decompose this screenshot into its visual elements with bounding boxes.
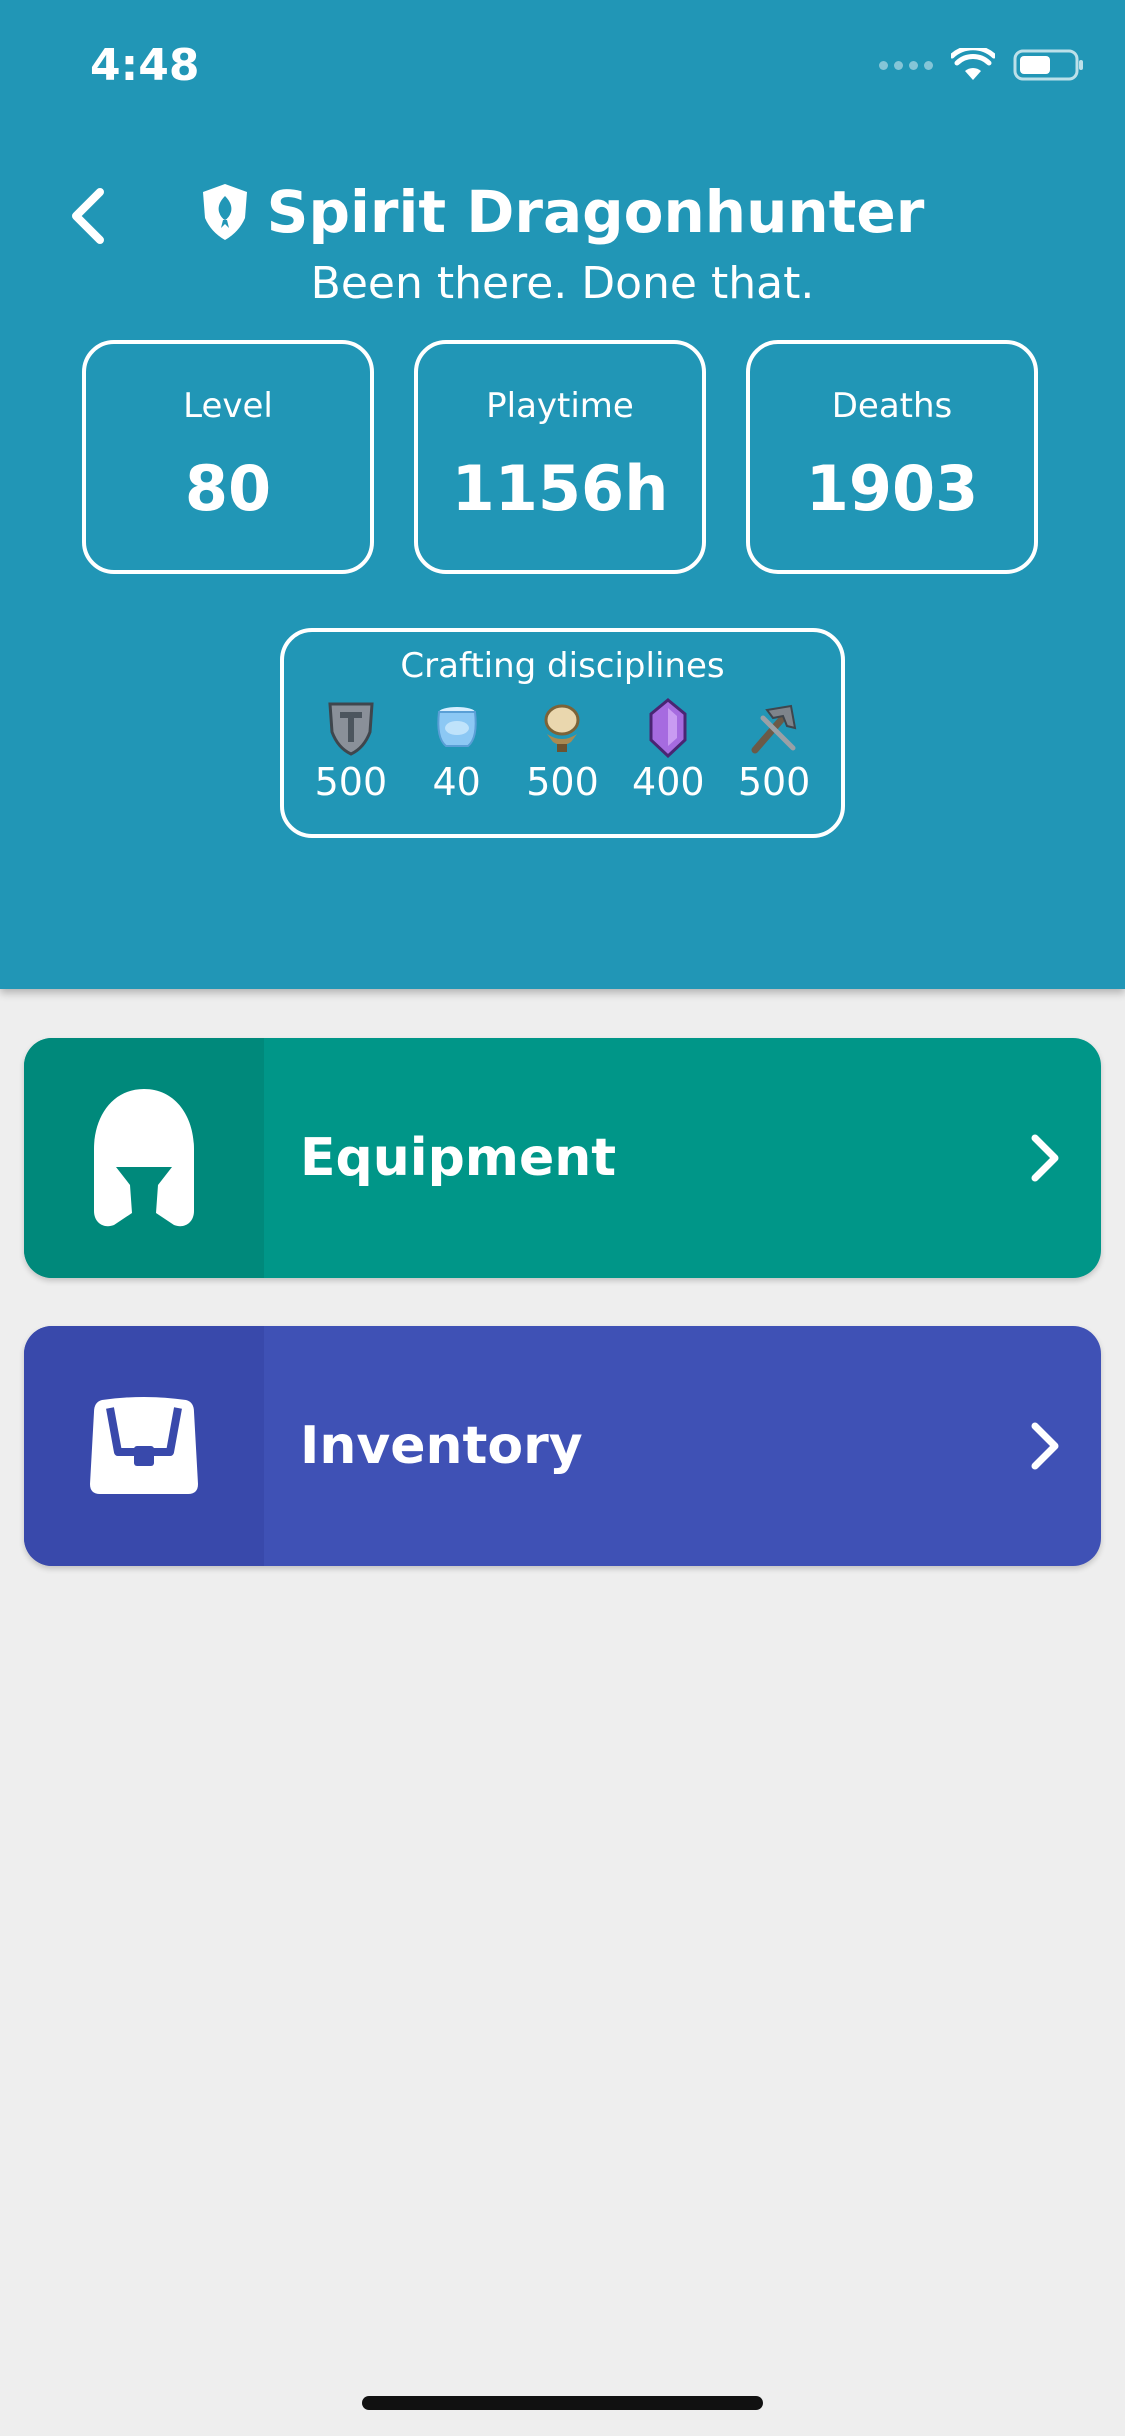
title-row: Spirit Dragonhunter [0,178,1125,246]
level-value: 80 [184,452,272,525]
home-indicator[interactable] [362,2396,763,2410]
crafting-level: 500 [737,760,811,804]
playtime-card: Playtime 1156h [414,340,706,574]
cellular-signal-icon [879,60,933,70]
crafting-disciplines-card: Crafting disciplines 500 40 500 400 500 [280,628,845,838]
crafting-list: 500 40 500 400 500 [298,698,827,804]
chevron-right-icon [991,1326,1101,1566]
character-header: 4:48 Spirit Dragonhunter Been there. Don… [0,0,1125,989]
guardian-profession-icon [202,184,247,240]
battery-icon [1013,49,1083,81]
tailor-icon [544,704,580,752]
equipment-icon-container [24,1038,264,1278]
character-name: Spirit Dragonhunter [266,178,925,246]
status-icons [879,48,1085,82]
bag-icon [90,1397,198,1494]
inventory-icon-container [24,1326,264,1566]
crafting-item-tailor: 500 [512,698,612,804]
crafting-level: 500 [526,760,599,804]
jeweler-icon [649,698,687,758]
wifi-icon [951,48,995,80]
playtime-value: 1156h [451,452,669,525]
inventory-label: Inventory [300,1416,583,1476]
equipment-button[interactable]: Equipment [24,1038,1101,1278]
deaths-card: Deaths 1903 [746,340,1038,574]
crafting-item-jeweler: 400 [618,698,718,804]
equipment-label: Equipment [300,1128,617,1188]
inventory-button[interactable]: Inventory [24,1326,1101,1566]
cook-icon [437,707,477,747]
level-label: Level [183,386,273,426]
deaths-value: 1903 [805,452,979,525]
crafting-level: 500 [314,760,388,804]
helmet-icon [94,1089,194,1227]
chevron-right-icon [991,1038,1101,1278]
crafting-level: 400 [632,760,705,804]
crafting-title: Crafting disciplines [400,646,725,686]
playtime-label: Playtime [486,386,634,426]
character-title: Been there. Done that. [310,258,815,309]
weaponsmith-icon [751,704,797,754]
crafting-item-weaponsmith: 500 [724,698,824,804]
armorsmith-icon [328,702,374,756]
deaths-label: Deaths [831,386,953,426]
crafting-level: 40 [432,760,481,804]
crafting-item-armorsmith: 500 [301,698,401,804]
level-card: Level 80 [82,340,374,574]
status-time: 4:48 [90,40,200,91]
crafting-item-chef: 40 [407,698,507,804]
